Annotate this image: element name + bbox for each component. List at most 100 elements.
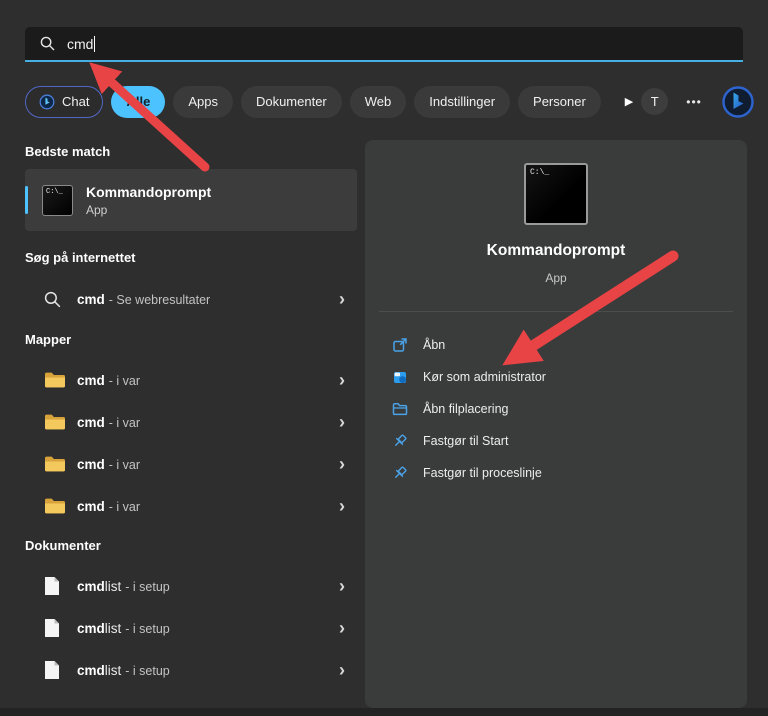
web-search-heading: Søg på internettet	[25, 250, 136, 265]
tab-chat[interactable]: Chat	[25, 85, 104, 118]
folder-open-icon	[392, 401, 409, 417]
document-name-match: cmd	[77, 578, 105, 594]
action-pin-to-taskbar-label: Fastgør til proceslinje	[423, 466, 542, 480]
folder-result-row[interactable]: cmd - i var ›	[25, 486, 357, 526]
divider	[379, 311, 733, 312]
document-location: - i setup	[125, 579, 170, 594]
chevron-right-icon[interactable]: ›	[339, 661, 345, 679]
document-location: - i setup	[125, 663, 170, 678]
document-name-match: cmd	[77, 662, 105, 678]
tabs-overflow-button[interactable]: ▶	[625, 95, 633, 108]
folder-name: cmd	[77, 414, 105, 430]
document-result-row[interactable]: cmdlist - i setup ›	[25, 566, 357, 606]
action-open-label: Åbn	[423, 338, 446, 352]
action-open-file-location[interactable]: Åbn filplacering	[365, 393, 747, 425]
bing-chat-icon	[39, 94, 55, 110]
folder-icon	[44, 413, 68, 431]
folder-location: - i var	[108, 415, 141, 430]
more-options-button[interactable]: •••	[686, 95, 702, 109]
chevron-right-icon[interactable]: ›	[339, 290, 345, 308]
documents-heading: Dokumenter	[25, 538, 101, 553]
document-result-row[interactable]: cmdlist - i setup ›	[25, 650, 357, 690]
document-location: - i setup	[125, 621, 170, 636]
tab-chat-label: Chat	[62, 94, 90, 109]
cmd-app-icon: C:\_	[42, 184, 73, 216]
chevron-right-icon[interactable]: ›	[339, 455, 345, 473]
web-suffix: - Se webresultater	[108, 292, 211, 307]
filter-tab-bar: Chat Alle Apps Dokumenter Web Indstillin…	[25, 85, 754, 118]
document-name-rest: list	[104, 620, 122, 636]
pin-icon	[392, 465, 409, 481]
tab-indstillinger[interactable]: Indstillinger	[414, 85, 511, 118]
document-name-match: cmd	[77, 620, 105, 636]
folder-name: cmd	[77, 498, 105, 514]
tab-web-label: Web	[364, 94, 392, 109]
folder-name: cmd	[77, 372, 105, 388]
pin-icon	[392, 433, 409, 449]
folder-icon	[44, 371, 68, 389]
best-match-item[interactable]: C:\_ Kommandoprompt App	[25, 169, 357, 231]
action-run-as-admin[interactable]: Kør som administrator	[365, 361, 747, 393]
best-match-heading: Bedste match	[25, 144, 111, 159]
document-name-rest: list	[104, 578, 122, 594]
chevron-right-icon[interactable]: ›	[339, 497, 345, 515]
preview-type: App	[545, 271, 567, 285]
tab-alle[interactable]: Alle	[111, 85, 166, 118]
tab-personer[interactable]: Personer	[518, 85, 601, 118]
action-pin-to-start-label: Fastgør til Start	[423, 434, 509, 448]
folder-icon	[44, 455, 68, 473]
document-icon	[44, 576, 68, 596]
text-cursor	[94, 35, 96, 52]
bing-logo[interactable]	[720, 84, 756, 120]
chevron-right-icon[interactable]: ›	[339, 371, 345, 389]
folder-result-row[interactable]: cmd - i var ›	[25, 360, 357, 400]
tabbar-right-controls: T •••	[641, 84, 756, 120]
folder-name: cmd	[77, 456, 105, 472]
best-match-type: App	[86, 202, 108, 217]
tab-alle-label: Alle	[126, 94, 151, 109]
web-query: cmd	[77, 291, 105, 307]
document-name-rest: list	[104, 662, 122, 678]
action-run-as-admin-label: Kør som administrator	[423, 370, 546, 384]
folder-location: - i var	[108, 373, 141, 388]
tab-apps-label: Apps	[188, 94, 218, 109]
selection-accent-bar	[25, 186, 28, 214]
action-open[interactable]: Åbn	[365, 329, 747, 361]
windows-search-panel: { "colors": { "accent_blue": "#4cc2ff", …	[0, 0, 768, 716]
action-open-file-location-label: Åbn filplacering	[423, 402, 509, 416]
preview-title: Kommandoprompt	[486, 242, 626, 259]
run-as-admin-icon	[392, 369, 409, 385]
search-icon	[40, 36, 55, 51]
open-external-icon	[392, 337, 409, 353]
folder-result-row[interactable]: cmd - i var ›	[25, 402, 357, 442]
document-icon	[44, 660, 68, 680]
best-match-title: Kommandoprompt	[86, 183, 212, 200]
tab-personer-label: Personer	[533, 94, 586, 109]
tab-dokumenter-label: Dokumenter	[255, 94, 327, 109]
action-pin-to-start[interactable]: Fastgør til Start	[365, 425, 747, 457]
chevron-right-icon[interactable]: ›	[339, 577, 345, 595]
tab-web[interactable]: Web	[349, 85, 407, 118]
document-result-row[interactable]: cmdlist - i setup ›	[25, 608, 357, 648]
web-search-result[interactable]: cmd - Se webresultater ›	[25, 279, 357, 319]
cmd-app-icon-large: C:\_	[524, 163, 588, 225]
tab-apps[interactable]: Apps	[173, 85, 233, 118]
tab-indstillinger-label: Indstillinger	[429, 94, 496, 109]
folder-icon	[44, 497, 68, 515]
action-list: Åbn Kør som administrator Åbn filplaceri…	[365, 329, 747, 489]
search-input[interactable]: cmd	[25, 27, 743, 62]
account-button[interactable]: T	[641, 88, 669, 115]
folders-heading: Mapper	[25, 332, 72, 347]
search-icon	[44, 291, 68, 308]
chevron-right-icon[interactable]: ›	[339, 413, 345, 431]
folder-location: - i var	[108, 499, 141, 514]
folder-location: - i var	[108, 457, 141, 472]
folder-result-row[interactable]: cmd - i var ›	[25, 444, 357, 484]
search-query-text: cmd	[67, 35, 94, 52]
action-pin-to-taskbar[interactable]: Fastgør til proceslinje	[365, 457, 747, 489]
preview-panel: C:\_ Kommandoprompt App Åbn Kør som admi…	[365, 140, 747, 708]
document-icon	[44, 618, 68, 638]
window-bottom-edge	[0, 708, 768, 716]
tab-dokumenter[interactable]: Dokumenter	[240, 85, 342, 118]
chevron-right-icon[interactable]: ›	[339, 619, 345, 637]
